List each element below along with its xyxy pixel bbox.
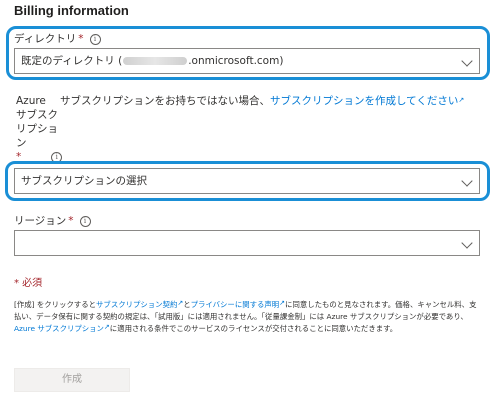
subscription-label-line: Azure (16, 95, 46, 107)
subscription-label: Azure サブスク リプショ ン * i (16, 94, 63, 164)
subscription-hint-text: サブスクリプションをお持ちではない場合、 (60, 95, 270, 107)
privacy-statement-link[interactable]: プライバシーに関する声明 (191, 300, 280, 309)
terms-text: [作成] をクリックするとサブスクリプション契約↗とプライバシーに関する声明↗に… (14, 298, 482, 335)
subscription-agreement-link[interactable]: サブスクリプション契約 (96, 300, 177, 309)
chevron-down-icon (461, 55, 473, 67)
terms-part: に適用される条件でこのサービスのライセンスが交付されることに同意いただきます。 (109, 324, 398, 333)
required-note: * 必須 (14, 278, 43, 289)
required-asterisk: * (78, 33, 84, 45)
subscription-required-row: * i (16, 150, 63, 164)
required-asterisk: * (16, 151, 22, 163)
chevron-down-icon (461, 237, 473, 249)
external-link-icon: ↗ (458, 96, 465, 104)
directory-select[interactable]: 既定のディレクトリ ( .onmicrosoft.com) (14, 48, 480, 74)
region-select[interactable] (14, 230, 480, 256)
directory-label: ディレクトリ (14, 33, 77, 45)
page-title: Billing information (14, 3, 129, 18)
subscription-select[interactable]: サブスクリプションの選択 (14, 168, 480, 194)
subscription-label-line: リプショ (16, 123, 58, 135)
azure-subscription-link[interactable]: Azure サブスクリプション (14, 324, 104, 333)
subscription-label-line: サブスク (16, 109, 58, 121)
info-icon[interactable]: i (89, 34, 101, 45)
directory-value-prefix: 既定のディレクトリ ( (21, 55, 123, 67)
create-subscription-link[interactable]: サブスクリプションを作成してください (270, 95, 458, 107)
terms-part: [作成] をクリックすると (14, 300, 97, 309)
info-icon[interactable]: i (79, 216, 91, 227)
subscription-placeholder: サブスクリプションの選択 (21, 175, 147, 187)
region-label-row: リージョン * i (14, 213, 91, 228)
required-asterisk: * (68, 215, 74, 227)
create-button[interactable]: 作成 (14, 368, 130, 392)
directory-label-row: ディレクトリ * i (14, 31, 101, 46)
directory-value-suffix: .onmicrosoft.com) (188, 55, 284, 67)
info-icon[interactable]: i (51, 152, 63, 163)
subscription-hint: サブスクリプションをお持ちではない場合、サブスクリプションを作成してください↗ (60, 93, 464, 108)
region-label: リージョン (14, 215, 67, 227)
redacted-tenant (123, 57, 188, 65)
chevron-down-icon (461, 175, 473, 187)
terms-part: と (183, 300, 191, 309)
subscription-label-line: ン (16, 137, 27, 149)
